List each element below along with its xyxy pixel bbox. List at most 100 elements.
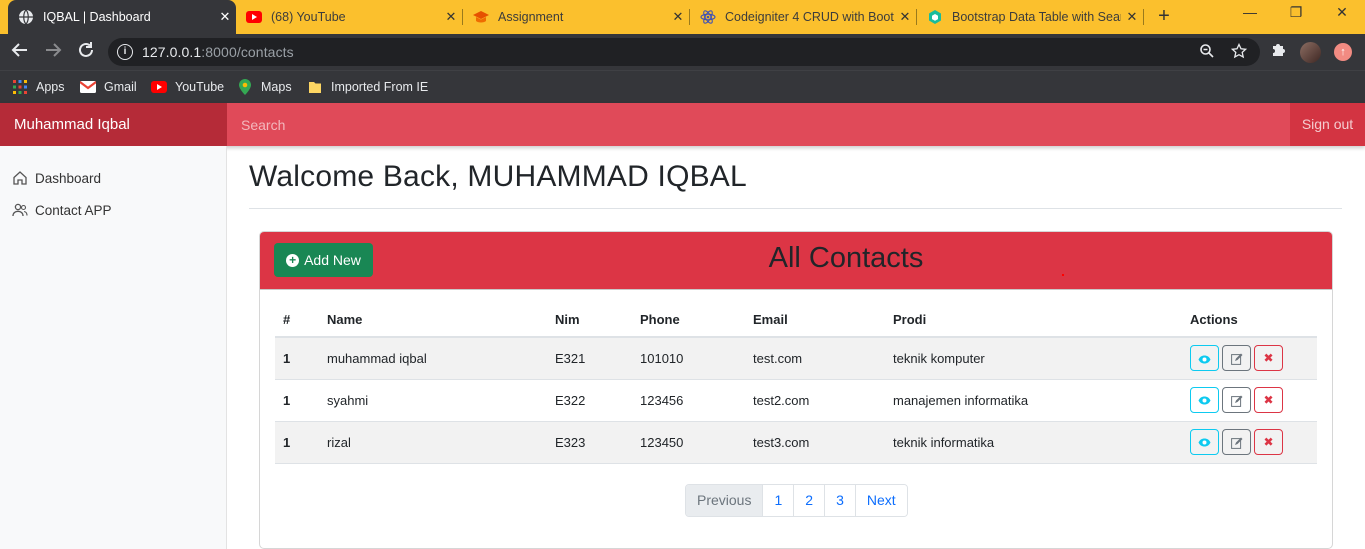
edit-button[interactable] [1222, 429, 1251, 455]
extensions-puzzle-icon[interactable] [1268, 42, 1288, 62]
home-icon [13, 171, 27, 185]
zoom-icon[interactable] [1198, 43, 1216, 61]
react-icon [700, 9, 716, 25]
app-navbar: Muhammad Iqbal Sign out [0, 103, 1365, 146]
url-text: 127.0.0.1:8000/contacts [142, 44, 294, 60]
cell-phone: 101010 [632, 337, 745, 380]
reload-icon[interactable] [75, 41, 97, 63]
pagination-page-2[interactable]: 2 [793, 485, 825, 516]
cell-email: test3.com [745, 421, 885, 464]
view-button[interactable] [1190, 345, 1219, 372]
new-tab-button[interactable]: + [1153, 5, 1175, 27]
stray-dot [1062, 274, 1064, 276]
edit-icon [1230, 395, 1242, 407]
tab-title: Bootstrap Data Table with Sear [952, 10, 1121, 24]
eye-icon [1198, 438, 1211, 447]
maps-pin-icon [237, 79, 253, 95]
pagination-previous[interactable]: Previous [686, 485, 763, 516]
delete-button[interactable]: ✖ [1254, 429, 1283, 455]
tab-codeigniter[interactable]: Codeigniter 4 CRUD with Boot ✕ [690, 0, 916, 34]
tab-title: IQBAL | Dashboard [43, 10, 151, 24]
cell-email: test.com [745, 337, 885, 380]
column-header: Prodi [885, 303, 1182, 338]
folder-icon [307, 80, 323, 94]
bookmark-star-icon[interactable] [1230, 42, 1248, 61]
graduation-cap-icon [473, 9, 489, 25]
bookmark-imported-from-ie[interactable]: Imported From IE [307, 78, 428, 96]
cell-number: 1 [275, 337, 319, 380]
cell-phone: 123456 [632, 379, 745, 422]
sidebar: Dashboard Contact APP [0, 146, 227, 549]
gmail-icon [80, 80, 96, 94]
cell-number: 1 [275, 421, 319, 464]
address-bar[interactable]: i 127.0.0.1:8000/contacts [108, 38, 1260, 66]
youtube-icon [246, 9, 262, 25]
column-header: Email [745, 303, 885, 338]
forward-arrow-icon[interactable] [42, 41, 64, 63]
edit-button[interactable] [1222, 345, 1251, 372]
browser-toolbar: i 127.0.0.1:8000/contacts ↑ [0, 34, 1365, 70]
close-tab-icon[interactable]: ✕ [894, 9, 916, 25]
close-tab-icon[interactable]: ✕ [1121, 9, 1143, 25]
brand-link[interactable]: Muhammad Iqbal [0, 103, 227, 146]
profile-avatar[interactable] [1300, 42, 1321, 63]
column-header: Actions [1182, 303, 1317, 338]
bookmark-gmail[interactable]: Gmail [80, 78, 137, 96]
cell-actions: ✖ [1182, 337, 1317, 380]
sidebar-item-dashboard[interactable]: Dashboard [12, 168, 101, 188]
youtube-icon [151, 80, 167, 94]
cell-nim: E323 [547, 421, 632, 464]
restore-icon[interactable]: ❐ [1286, 4, 1306, 21]
sidebar-item-label: Dashboard [35, 170, 102, 186]
pagination-next[interactable]: Next [854, 485, 907, 516]
sidebar-item-label: Contact APP [35, 202, 112, 218]
card-title: All Contacts [768, 242, 924, 274]
minimize-icon[interactable]: — [1240, 4, 1260, 20]
cell-name: rizal [319, 421, 547, 464]
site-info-icon[interactable]: i [117, 44, 133, 60]
bookmark-apps[interactable]: Apps [12, 78, 65, 96]
close-tab-icon[interactable]: ✕ [214, 9, 236, 25]
tab-title: (68) YouTube [271, 10, 346, 24]
sidebar-item-contact-app[interactable]: Contact APP [12, 200, 112, 220]
update-icon[interactable]: ↑ [1334, 43, 1352, 61]
bookmark-label: Gmail [104, 80, 137, 94]
delete-button[interactable]: ✖ [1254, 345, 1283, 372]
page-title: Walcome Back, MUHAMMAD IQBAL [249, 160, 747, 193]
close-window-icon[interactable]: ✕ [1332, 4, 1352, 21]
bootstrap-icon [927, 9, 943, 25]
bookmark-maps[interactable]: Maps [237, 78, 292, 96]
cell-actions: ✖ [1182, 379, 1317, 422]
cell-phone: 123450 [632, 421, 745, 464]
tab-youtube[interactable]: (68) YouTube ✕ [236, 0, 462, 34]
close-tab-icon[interactable]: ✕ [440, 9, 462, 25]
edit-button[interactable] [1222, 387, 1251, 413]
tab-assignment[interactable]: Assignment ✕ [463, 0, 689, 34]
delete-x-icon: ✖ [1263, 435, 1274, 449]
bookmark-label: Apps [36, 80, 65, 94]
bookmark-label: Imported From IE [331, 80, 429, 94]
cell-prodi: teknik komputer [885, 337, 1182, 380]
view-button[interactable] [1190, 387, 1219, 413]
pagination-page-1[interactable]: 1 [762, 485, 794, 516]
card-header: + Add New All Contacts [260, 232, 1332, 290]
users-icon [12, 203, 28, 217]
table-header-row: # Name Nim Phone Email Prodi Actions [275, 303, 1317, 338]
cell-prodi: manajemen informatika [885, 379, 1182, 422]
view-button[interactable] [1190, 429, 1219, 455]
pagination-page-3[interactable]: 3 [824, 485, 855, 516]
sign-out-link[interactable]: Sign out [1290, 103, 1365, 146]
close-tab-icon[interactable]: ✕ [667, 9, 689, 25]
bookmark-youtube[interactable]: YouTube [151, 78, 224, 96]
delete-button[interactable]: ✖ [1254, 387, 1283, 413]
cell-nim: E321 [547, 337, 632, 380]
tab-iqbal-dashboard[interactable]: IQBAL | Dashboard ✕ [8, 0, 236, 34]
tab-bootstrap-datatable[interactable]: Bootstrap Data Table with Sear ✕ [917, 0, 1143, 34]
cell-name: syahmi [319, 379, 547, 422]
bookmark-label: Maps [261, 80, 292, 94]
eye-icon [1198, 396, 1211, 405]
search-input[interactable] [227, 103, 1290, 146]
edit-icon [1230, 353, 1242, 365]
back-arrow-icon[interactable] [9, 41, 31, 63]
cell-name: muhammad iqbal [319, 337, 547, 380]
